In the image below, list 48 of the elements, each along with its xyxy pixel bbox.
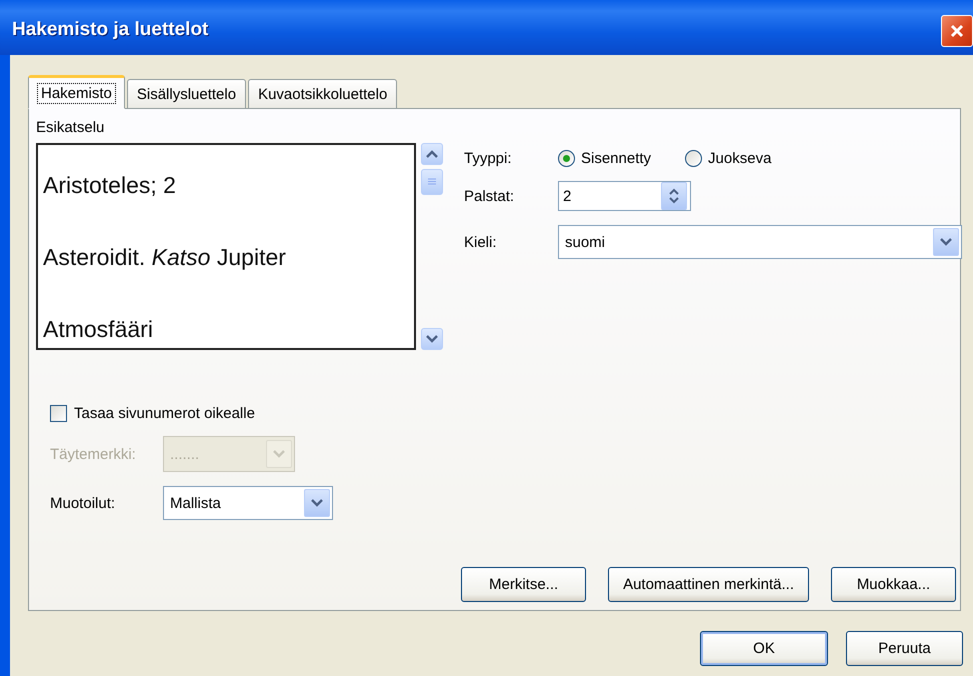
preview-label: Esikatselu: [36, 119, 106, 136]
radio-label: Sisennetty: [581, 150, 652, 167]
language-label: Kieli:: [464, 234, 498, 250]
radio-option[interactable]: Juokseva: [685, 150, 772, 167]
language-dropdown[interactable]: suomi: [558, 225, 962, 259]
panel-button[interactable]: Merkitse...: [461, 567, 586, 602]
scroll-down-button[interactable]: [421, 328, 443, 350]
leader-label: Täytemerkki:: [50, 446, 136, 462]
radio-label: Juokseva: [708, 150, 772, 167]
scroll-thumb[interactable]: [421, 169, 443, 195]
tab[interactable]: Kuvaotsikkoluettelo: [248, 79, 398, 109]
columns-label: Palstat:: [464, 188, 516, 204]
chevron-up-icon: [426, 150, 438, 158]
grip-icon: [427, 177, 437, 187]
tab[interactable]: Sisällysluettelo: [126, 79, 246, 109]
radio-button[interactable]: [685, 150, 702, 167]
scroll-up-button[interactable]: [421, 143, 443, 165]
radio-option[interactable]: Sisennetty: [558, 150, 652, 167]
formats-dropdown[interactable]: Mallista: [163, 486, 333, 520]
chevron-down-icon: [311, 499, 323, 507]
formats-label: Muotoilut:: [50, 494, 116, 512]
chevron-down-icon: [426, 335, 438, 343]
dropdown-button[interactable]: [304, 489, 330, 517]
spin-buttons[interactable]: [661, 182, 687, 210]
spinner-value: 2: [563, 188, 572, 204]
window-title: Hakemisto ja luettelot: [12, 18, 208, 40]
preview-entry: Asteroidit. Katso Jupiter: [43, 243, 287, 272]
dropdown-value: .......: [170, 446, 200, 462]
columns-spinner[interactable]: 2: [558, 181, 691, 211]
type-label: Tyyppi:: [464, 150, 513, 167]
dialog-button[interactable]: Peruuta: [846, 631, 963, 666]
close-button[interactable]: [941, 14, 973, 46]
preview-entry: Atmosfääri: [43, 315, 154, 344]
panel-button[interactable]: Automaattinen merkintä...: [608, 567, 809, 602]
dropdown-button[interactable]: [933, 228, 959, 256]
dialog-button[interactable]: OK: [700, 631, 828, 666]
checkbox[interactable]: [50, 405, 67, 422]
up-down-icon: [668, 187, 680, 205]
chevron-down-icon: [273, 450, 285, 458]
dropdown-value: Mallista: [170, 494, 221, 512]
tab[interactable]: Hakemisto: [28, 75, 125, 109]
panel-button[interactable]: Muokkaa...: [831, 567, 956, 602]
checkbox-label: Tasaa sivunumerot oikealle: [74, 405, 255, 422]
dropdown-value: suomi: [565, 234, 606, 250]
close-icon: [950, 24, 964, 38]
chevron-down-icon: [940, 238, 952, 246]
preview-entry: Aristoteles; 2: [43, 171, 177, 200]
radio-button[interactable]: [558, 150, 575, 167]
